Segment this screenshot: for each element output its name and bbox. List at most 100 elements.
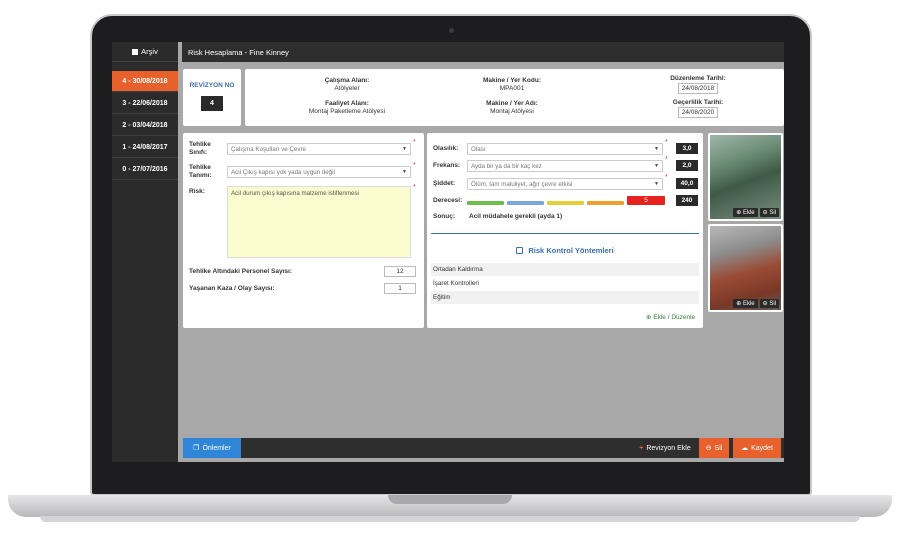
chevron-down-icon: ▼: [654, 163, 659, 169]
photo-card: ⊕ Ekle ⊖ Sil: [708, 224, 783, 312]
page-title-bar: Risk Hesaplama - Fine Kinney: [182, 42, 784, 62]
hazard-class-select[interactable]: Çalışma Koşulları ve Çevre ▼: [227, 143, 411, 155]
hazard-class-label: Tehlike Sınıfı:: [189, 141, 211, 156]
photo-add-button[interactable]: ⊕ Ekle: [733, 208, 758, 217]
measures-button[interactable]: ❐ Önlemler: [183, 438, 241, 458]
photo-add-label: Ekle: [742, 301, 755, 307]
risk-scale-segment: [587, 201, 624, 205]
work-area-value: Atölyeler: [334, 85, 360, 92]
risk-textarea[interactable]: Acil durum çıkış kapısına malzeme istifl…: [227, 186, 411, 258]
machine-code-value: MPA001: [499, 85, 525, 92]
risk-scale-segment: [547, 201, 584, 205]
section-divider: [431, 233, 699, 234]
plus-icon: +: [639, 444, 644, 452]
personnel-label: Tehlike Altındaki Personel Sayısı:: [189, 268, 292, 275]
revision-item[interactable]: 3 - 22/06/2018: [112, 93, 178, 114]
plus-circle-icon: ⊕: [736, 301, 742, 307]
photo-actions: ⊕ Ekle ⊖ Sil: [733, 208, 779, 217]
revision-number: 4: [201, 96, 223, 111]
copy-icon: ❐: [193, 445, 200, 452]
delete-icon: ⊖: [762, 301, 768, 307]
chevron-down-icon: ▼: [654, 181, 659, 187]
edit-date-field[interactable]: 24/08/2018: [677, 83, 719, 94]
hazard-def-label: Tehlike Tanımı:: [189, 164, 212, 179]
add-edit-controls-link[interactable]: ⊕ Ekle / Düzenle: [646, 313, 695, 321]
revision-number-box: REVİZYON NO 4: [183, 69, 241, 126]
probability-label: Olasılık:: [433, 145, 459, 152]
edit-date: Düzenleme Tarihi: 24/08/2018: [648, 75, 748, 94]
revision-item[interactable]: 2 - 03/04/2018: [112, 115, 178, 136]
accident-input[interactable]: 1: [384, 283, 416, 294]
required-icon: *: [413, 139, 416, 146]
assessment-panel: Olasılık: Olası ▼ * 3,0 Frekans: Ayda bi…: [427, 133, 703, 328]
camera-dot: [449, 28, 454, 33]
risk-control-title-text: Risk Kontrol Yöntemleri: [528, 246, 614, 255]
frequency-select[interactable]: Ayda bir ya da bir kaç kez ▼: [467, 160, 663, 172]
severity-select[interactable]: Ölüm, tam maluliyet, ağır çevre etkisi ▼: [467, 178, 663, 190]
control-method-row: İşaret Kontrolleri: [431, 277, 699, 290]
save-label: Kaydet: [751, 444, 773, 452]
photo-add-button[interactable]: ⊕ Ekle: [733, 299, 758, 308]
info-panel: Çalışma Alanı: Atölyeler Faaliyet Alanı:…: [245, 69, 784, 126]
control-method-row: Eğitim: [431, 291, 699, 304]
measures-label: Önlemler: [202, 444, 231, 452]
archive-sidebar: Arşiv 4 - 30/08/2018 3 - 22/06/2018 2 - …: [112, 42, 178, 462]
control-method-row: Ortadan Kaldırma: [431, 263, 699, 276]
add-revision-label: Revizyon Ekle: [646, 444, 691, 452]
required-icon: *: [665, 139, 668, 146]
delete-label: Sil: [714, 444, 723, 452]
archive-title: Arşiv: [141, 47, 158, 56]
add-revision-button[interactable]: + Revizyon Ekle: [635, 438, 695, 458]
chevron-down-icon: ▼: [402, 169, 407, 175]
delete-button[interactable]: ⊖ Sil: [699, 438, 729, 458]
required-icon: *: [665, 174, 668, 181]
workshop-photo: ⊕ Ekle ⊖ Sil: [710, 226, 781, 310]
degree-score: 240: [676, 195, 698, 206]
photo-delete-label: Sil: [769, 210, 776, 216]
machine-code: Makine / Yer Kodu: MPA001: [462, 77, 562, 92]
save-button[interactable]: ☁ Kaydet: [733, 438, 781, 458]
hazard-def-select[interactable]: Acil Çıkış kapısı yok yada uygun değil ▼: [227, 166, 411, 178]
laptop-foot: [40, 516, 860, 522]
valid-date-field[interactable]: 24/08/2020: [677, 107, 719, 118]
personnel-input[interactable]: 12: [384, 266, 416, 277]
frequency-label: Frekans:: [433, 162, 461, 169]
delete-icon: ⊖: [705, 445, 712, 452]
severity-label: Şiddet:: [433, 180, 456, 187]
valid-date-label: Geçerlilik Tarihi:: [672, 99, 724, 106]
archive-header[interactable]: Arşiv: [112, 42, 178, 62]
frequency-score: 2,0: [676, 160, 698, 171]
workshop-photo: ⊕ Ekle ⊖ Sil: [710, 135, 781, 219]
severity-value: Ölüm, tam maluliyet, ağır çevre etkisi: [471, 181, 573, 188]
page-title: Risk Hesaplama - Fine Kinney: [188, 47, 289, 57]
valid-date: Geçerlilik Tarihi: 24/08/2020: [648, 99, 748, 118]
machine-code-label: Makine / Yer Kodu:: [482, 77, 542, 84]
risk-scale-segment: [467, 201, 504, 205]
revision-label: REVİZYON NO: [189, 82, 235, 89]
archive-icon: [132, 48, 139, 55]
revision-item[interactable]: 1 - 24/08/2017: [112, 137, 178, 158]
risk-label: Risk:: [189, 188, 205, 195]
cloud-icon: ☁: [741, 445, 749, 452]
risk-scale-active: 5: [627, 196, 665, 205]
plus-circle-icon: ⊕: [736, 210, 742, 216]
revision-item[interactable]: 0 - 27/07/2016: [112, 159, 178, 180]
edit-note-icon: [516, 247, 524, 254]
risk-scale-segment: [507, 201, 544, 205]
probability-select[interactable]: Olası ▼: [467, 143, 663, 155]
hazard-form-panel: Tehlike Sınıfı: Çalışma Koşulları ve Çev…: [183, 133, 424, 328]
probability-value: Olası: [471, 146, 486, 153]
hazard-class-value: Çalışma Koşulları ve Çevre: [231, 146, 306, 153]
machine-name-value: Montaj Atölyesi: [490, 108, 534, 115]
revision-item[interactable]: 4 - 30/08/2018: [112, 71, 178, 92]
work-area-label: Çalışma Alanı:: [324, 77, 370, 84]
add-edit-label: Ekle / Düzenle: [653, 314, 696, 321]
photo-delete-button[interactable]: ⊖ Sil: [759, 299, 779, 308]
required-icon: *: [665, 156, 668, 163]
activity-area: Faaliyet Alanı: Montaj Paketleme Atölyes…: [297, 100, 397, 115]
photo-delete-button[interactable]: ⊖ Sil: [759, 208, 779, 217]
photo-card: ⊕ Ekle ⊖ Sil: [708, 133, 783, 221]
delete-icon: ⊖: [762, 210, 768, 216]
activity-area-label: Faaliyet Alanı:: [325, 100, 369, 107]
activity-area-value: Montaj Paketleme Atölyesi: [308, 108, 386, 115]
